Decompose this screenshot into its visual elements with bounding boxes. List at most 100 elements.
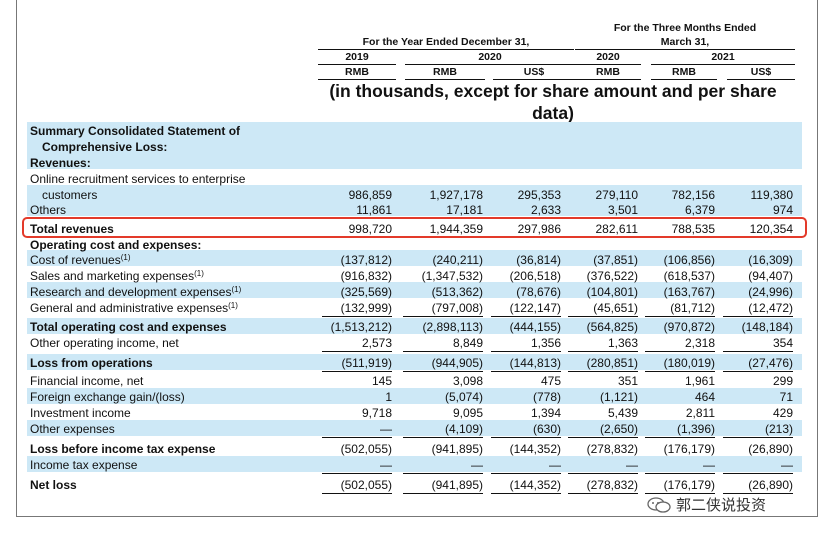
footnote-marker: (1) bbox=[194, 269, 204, 278]
value-cell: (2,898,113) bbox=[422, 320, 484, 334]
units-note: (in thousands, except for share amount a… bbox=[329, 81, 777, 123]
row-label: Net loss bbox=[30, 478, 77, 492]
value-cell: (104,801) bbox=[586, 285, 638, 299]
row-label: Summary Consolidated Statement of bbox=[30, 124, 241, 138]
value-cell: (630) bbox=[491, 422, 561, 438]
value-cell: 1,394 bbox=[530, 406, 561, 420]
table-row: Other expenses — (4,109) (630) (2,650) (1,396… bbox=[0, 422, 828, 438]
table-row: Comprehensive Loss: bbox=[0, 140, 828, 156]
value-cell: (26,890) bbox=[723, 478, 793, 494]
value-cell: (81,712) bbox=[645, 301, 715, 317]
value-cell: (1,347,532) bbox=[421, 269, 483, 283]
value-cell: (1,513,212) bbox=[330, 320, 392, 334]
footnote-marker: (1) bbox=[231, 285, 242, 294]
table-row: Cost of revenues(1) (137,812) (240,211) (36… bbox=[0, 253, 828, 269]
value-cell: (511,919) bbox=[322, 356, 392, 372]
footnote-marker: (1) bbox=[120, 253, 131, 262]
currency-2: RMB bbox=[433, 66, 457, 78]
currency-3: US$ bbox=[523, 66, 545, 78]
row-label: Total operating cost and expenses bbox=[30, 320, 227, 334]
value-cell: (278,832) bbox=[568, 478, 638, 494]
table-row: Loss from operations (511,919) (944,905) (1… bbox=[0, 356, 828, 372]
value-cell: 2,318 bbox=[645, 336, 715, 352]
currency-5: RMB bbox=[672, 66, 696, 78]
value-cell: 1,356 bbox=[491, 336, 561, 352]
value-cell: (5,074) bbox=[444, 390, 483, 404]
header-q2021: 2021 bbox=[711, 51, 735, 63]
header-2020-underline bbox=[405, 64, 575, 65]
value-cell: (564,825) bbox=[586, 320, 638, 334]
currency-6: US$ bbox=[750, 66, 772, 78]
value-cell: (325,569) bbox=[340, 285, 392, 299]
value-cell: (1,396) bbox=[645, 422, 715, 438]
row-label: Loss from operations bbox=[30, 356, 153, 370]
value-cell: (144,352) bbox=[509, 442, 561, 456]
value-cell: — bbox=[403, 458, 483, 474]
value-cell: — bbox=[645, 458, 715, 474]
row-label: General and administrative expenses(1) bbox=[30, 301, 238, 315]
value-cell: (944,905) bbox=[403, 356, 483, 372]
value-cell: 145 bbox=[371, 374, 392, 388]
value-cell: (180,019) bbox=[645, 356, 715, 372]
value-cell: (941,895) bbox=[431, 442, 483, 456]
header-2019-underline bbox=[318, 64, 396, 65]
value-cell: 429 bbox=[772, 406, 793, 420]
value-cell: (144,352) bbox=[491, 478, 561, 494]
value-cell: — bbox=[322, 458, 392, 474]
value-cell: (163,767) bbox=[663, 285, 715, 299]
header-year-underline bbox=[318, 49, 574, 50]
value-cell: (36,814) bbox=[516, 253, 561, 267]
value-cell: 9,095 bbox=[452, 406, 483, 420]
value-cell: (278,832) bbox=[586, 442, 638, 456]
header-2019: 2019 bbox=[345, 51, 369, 63]
table-row: Other operating income, net 2,573 8,849 1,3… bbox=[0, 336, 828, 352]
value-cell: (502,055) bbox=[322, 478, 392, 494]
value-cell: (176,179) bbox=[645, 478, 715, 494]
value-cell: (27,476) bbox=[723, 356, 793, 372]
row-label: Foreign exchange gain/(loss) bbox=[30, 390, 185, 404]
row-label: Comprehensive Loss: bbox=[42, 140, 168, 154]
table-row: Investment income 9,718 9,095 1,394 5,439 2,8… bbox=[0, 406, 828, 422]
value-cell: (240,211) bbox=[432, 253, 483, 267]
value-cell: 8,849 bbox=[403, 336, 483, 352]
header-three-months-line2: March 31, bbox=[660, 36, 710, 48]
row-label: Cost of revenues(1) bbox=[30, 253, 131, 267]
row-label: Sales and marketing expenses(1) bbox=[30, 269, 204, 283]
table-row: Total operating cost and expenses (1,513,… bbox=[0, 320, 828, 336]
value-cell: (206,518) bbox=[509, 269, 561, 283]
value-cell: 1,927,178 bbox=[429, 188, 483, 202]
value-cell: (122,147) bbox=[491, 301, 561, 317]
table-row: Loss before income tax expense (502,055) (… bbox=[0, 442, 828, 458]
value-cell: (16,309) bbox=[748, 253, 793, 267]
total-revenues-highlight bbox=[22, 217, 807, 238]
value-cell: (4,109) bbox=[403, 422, 483, 438]
value-cell: (778) bbox=[532, 390, 561, 404]
value-cell: (1,121) bbox=[599, 390, 638, 404]
value-cell: 279,110 bbox=[595, 188, 639, 202]
value-cell: 119,380 bbox=[750, 188, 794, 202]
value-cell: 2,811 bbox=[685, 406, 715, 420]
value-cell: (132,999) bbox=[322, 301, 392, 317]
table-row: Net loss (502,055) (941,895) (144,352) (278,… bbox=[0, 478, 828, 494]
value-cell: (970,872) bbox=[663, 320, 715, 334]
value-cell: 475 bbox=[540, 374, 561, 388]
value-cell: (94,407) bbox=[748, 269, 793, 283]
row-label: Research and development expenses(1) bbox=[30, 285, 242, 299]
value-cell: (502,055) bbox=[340, 442, 392, 456]
row-label: Revenues: bbox=[30, 156, 91, 170]
row-label: Loss before income tax expense bbox=[30, 442, 216, 456]
value-cell: 986,859 bbox=[348, 188, 392, 202]
value-cell: (78,676) bbox=[516, 285, 561, 299]
value-cell: 1 bbox=[385, 390, 392, 404]
row-label: Other expenses bbox=[30, 422, 115, 436]
value-cell: — bbox=[322, 422, 392, 438]
currency-4: RMB bbox=[596, 66, 620, 78]
value-cell: (45,651) bbox=[568, 301, 638, 317]
value-cell: (106,856) bbox=[663, 253, 715, 267]
value-cell: 295,353 bbox=[517, 188, 561, 202]
row-label: Income tax expense bbox=[30, 458, 138, 472]
value-cell: 782,156 bbox=[671, 188, 715, 202]
value-cell: — bbox=[568, 458, 638, 474]
table-row: customers 986,859 1,927,178 295,353 279,110 7… bbox=[0, 188, 828, 204]
value-cell: 3,098 bbox=[452, 374, 483, 388]
